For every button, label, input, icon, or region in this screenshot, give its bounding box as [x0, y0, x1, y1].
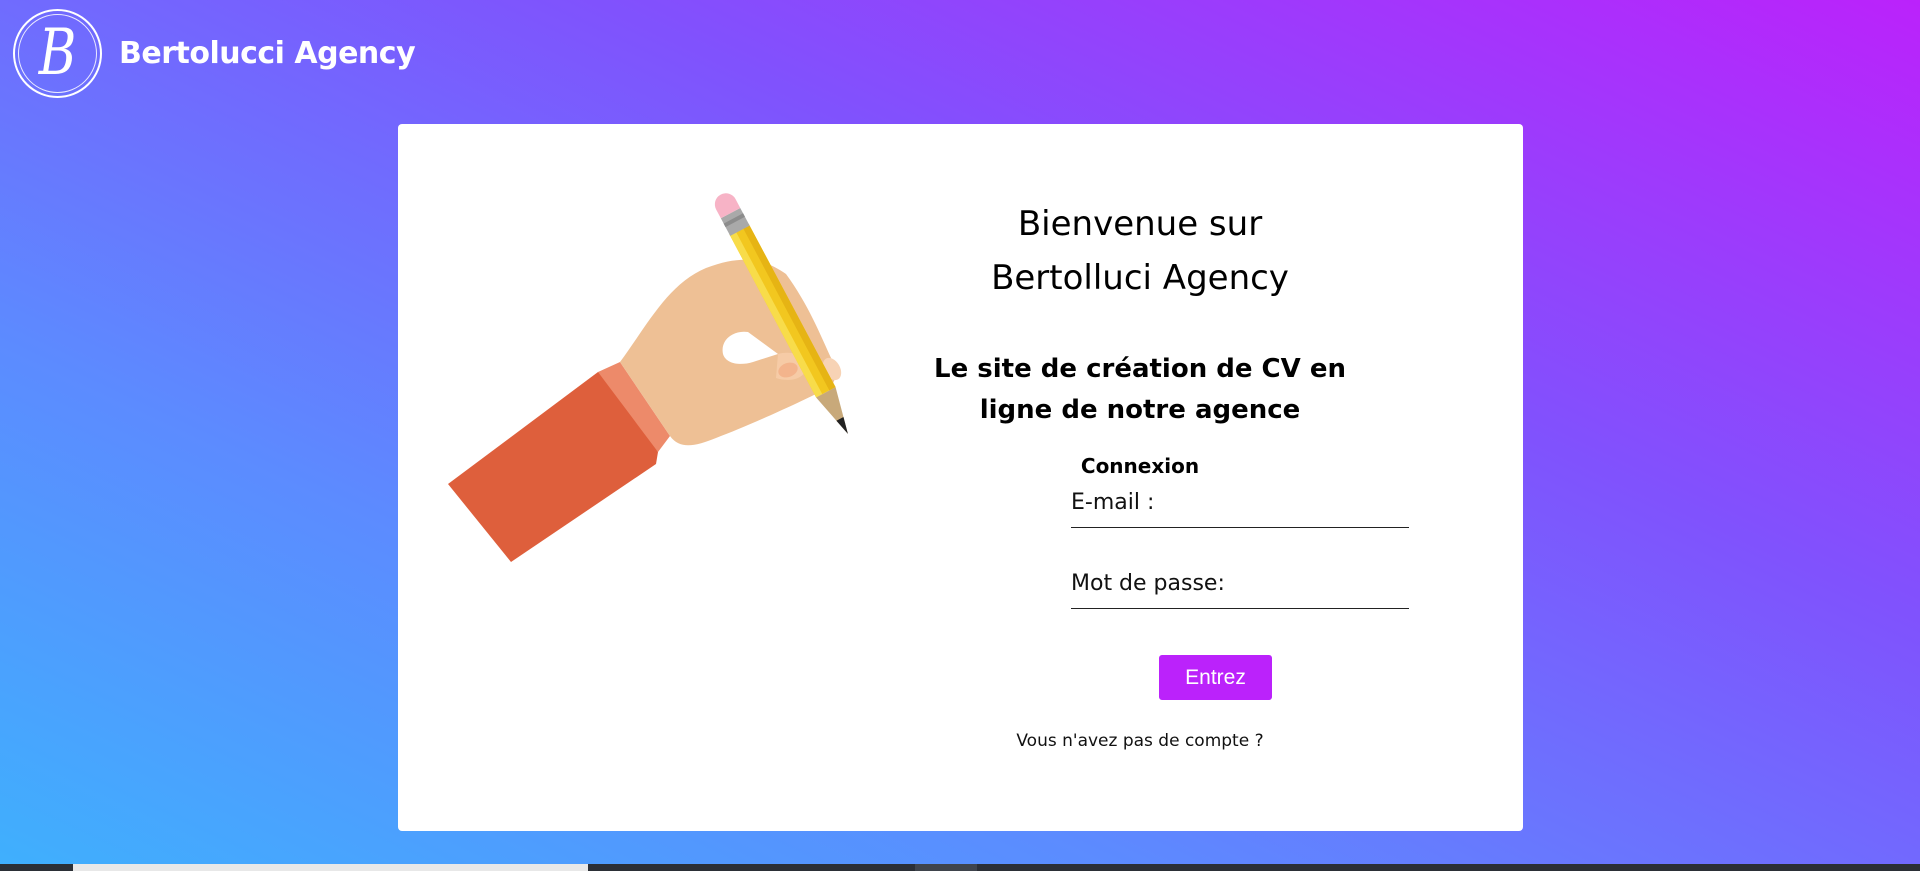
- site-subtitle: Le site de création de CV en ligne de no…: [934, 354, 1346, 425]
- connexion-title: Connexion: [1080, 454, 1200, 478]
- logo-letter: B: [38, 16, 77, 90]
- email-label: E-mail :: [1071, 490, 1155, 515]
- password-label: Mot de passe:: [1071, 571, 1225, 596]
- submit-button[interactable]: Entrez: [1159, 655, 1272, 700]
- welcome-line-1: Bienvenue sur: [1017, 204, 1263, 244]
- welcome-heading: Bienvenue sur Bertolluci Agency: [972, 197, 1308, 305]
- taskbar-strip: [0, 864, 1920, 871]
- sleeve-shape: [448, 362, 670, 562]
- welcome-line-2: Bertolluci Agency: [991, 258, 1289, 298]
- email-field: E-mail :: [1071, 486, 1409, 528]
- email-input[interactable]: [1191, 486, 1409, 527]
- brand-name[interactable]: Bertolucci Agency: [119, 36, 416, 71]
- login-card: Bienvenue sur Bertolluci Agency Le site …: [398, 124, 1523, 831]
- strip-segment: [915, 864, 977, 871]
- register-link[interactable]: Vous n'avez pas de compte ?: [972, 731, 1308, 751]
- password-input[interactable]: [1241, 567, 1409, 608]
- agency-logo[interactable]: B: [13, 8, 102, 98]
- password-field: Mot de passe:: [1071, 567, 1409, 609]
- strip-segment: [977, 864, 1920, 871]
- strip-segment: [588, 864, 915, 871]
- active-tab-strip[interactable]: [73, 864, 588, 871]
- site-header: B Bertolucci Agency: [13, 7, 416, 99]
- hand-writing-with-pencil-illustration: [448, 193, 848, 562]
- strip-segment: [0, 864, 73, 871]
